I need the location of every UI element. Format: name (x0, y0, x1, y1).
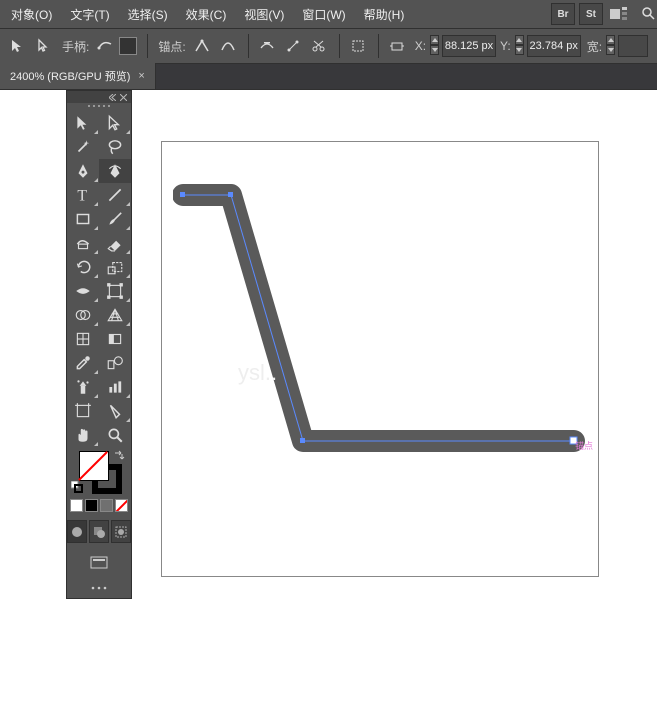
menu-select[interactable]: 选择(S) (119, 2, 177, 27)
shape-builder-tool[interactable] (67, 303, 99, 327)
width-label: 宽: (587, 38, 602, 55)
remove-anchor-icon[interactable] (255, 34, 279, 58)
collapse-icon[interactable] (109, 94, 116, 101)
swatch-black[interactable] (85, 499, 98, 512)
gradient-tool[interactable] (99, 327, 131, 351)
slice-tool[interactable] (99, 399, 131, 423)
width-stepper[interactable] (606, 35, 618, 57)
hand-tool[interactable] (67, 423, 99, 447)
blend-tool[interactable] (99, 351, 131, 375)
color-swatches[interactable] (67, 447, 131, 495)
y-input[interactable] (527, 35, 581, 57)
rectangle-tool[interactable] (67, 207, 99, 231)
draw-inside-icon[interactable] (111, 520, 131, 543)
arrange-docs-icon[interactable] (607, 3, 631, 25)
edit-toolbar-icon[interactable] (67, 578, 131, 598)
selection-tool[interactable] (67, 111, 99, 135)
swatch-row (67, 495, 131, 516)
menu-view[interactable]: 视图(V) (235, 2, 293, 27)
draw-behind-icon[interactable] (89, 520, 109, 543)
mesh-tool[interactable] (67, 327, 99, 351)
handle-swatch[interactable] (119, 37, 137, 55)
curvature-tool[interactable] (99, 159, 131, 183)
width-tool[interactable] (67, 279, 99, 303)
type-tool[interactable]: T (67, 183, 99, 207)
tools-panel: T (66, 90, 132, 599)
shaper-tool[interactable] (67, 231, 99, 255)
workspace[interactable]: 锚点 ysl.. T (0, 90, 657, 726)
screen-modes (67, 547, 131, 578)
menu-effect[interactable]: 效果(C) (177, 2, 236, 27)
default-colors-icon[interactable] (71, 481, 83, 493)
eyedropper-tool[interactable] (67, 351, 99, 375)
handle-label: 手柄: (62, 38, 89, 55)
tool-grid: T (67, 111, 131, 447)
x-stepper[interactable] (430, 35, 442, 57)
symbol-sprayer-tool[interactable] (67, 375, 99, 399)
panel-grip[interactable] (67, 103, 131, 111)
rotate-tool[interactable] (67, 255, 99, 279)
paintbrush-tool[interactable] (99, 207, 131, 231)
swatch-none[interactable] (115, 499, 128, 512)
line-tool[interactable] (99, 183, 131, 207)
artboard-tool[interactable] (67, 399, 99, 423)
close-panel-icon[interactable] (120, 94, 127, 101)
connect-anchor-icon[interactable] (281, 34, 305, 58)
convert-corner-icon[interactable] (190, 34, 214, 58)
control-bar: 手柄: 锚点: X: Y: 宽: (0, 28, 657, 64)
bridge-button[interactable]: Br (551, 3, 575, 25)
lasso-tool[interactable] (99, 135, 131, 159)
document-tab[interactable]: 2400% (RGB/GPU 预览) × (0, 63, 156, 89)
column-graph-tool[interactable] (99, 375, 131, 399)
scale-tool[interactable] (99, 255, 131, 279)
direct-selection-tool[interactable] (99, 111, 131, 135)
cut-path-icon[interactable] (307, 34, 331, 58)
menu-object[interactable]: 对象(O) (2, 2, 61, 27)
selection-icon[interactable] (6, 34, 30, 58)
pen-tool[interactable] (67, 159, 99, 183)
close-icon[interactable]: × (138, 70, 144, 82)
drawing-modes (67, 516, 131, 547)
swatch-gray[interactable] (100, 499, 113, 512)
perspective-grid-tool[interactable] (99, 303, 131, 327)
magic-wand-tool[interactable] (67, 135, 99, 159)
y-stepper[interactable] (515, 35, 527, 57)
tab-label: 2400% (RGB/GPU 预览) (10, 68, 130, 84)
search-icon[interactable] (641, 6, 655, 23)
app-root: 对象(O) 文字(T) 选择(S) 效果(C) 视图(V) 窗口(W) 帮助(H… (0, 0, 657, 726)
path-shape[interactable] (173, 183, 591, 455)
isolate-icon[interactable] (385, 34, 409, 58)
zoom-tool[interactable] (99, 423, 131, 447)
menu-window[interactable]: 窗口(W) (293, 2, 354, 27)
x-label: X: (415, 39, 426, 53)
convert-smooth-icon[interactable] (216, 34, 240, 58)
swatch-white[interactable] (70, 499, 83, 512)
swap-colors-icon[interactable] (113, 449, 125, 464)
x-input[interactable] (442, 35, 496, 57)
direct-selection-icon[interactable] (32, 34, 56, 58)
menu-type[interactable]: 文字(T) (61, 2, 118, 27)
svg-text:T: T (77, 188, 87, 204)
draw-normal-icon[interactable] (67, 520, 87, 543)
anchor-label: 锚点: (158, 38, 185, 55)
free-transform-tool[interactable] (99, 279, 131, 303)
handle-tool-icon[interactable] (93, 34, 117, 58)
menubar: 对象(O) 文字(T) 选择(S) 效果(C) 视图(V) 窗口(W) 帮助(H… (0, 0, 657, 28)
stock-button[interactable]: St (579, 3, 603, 25)
tab-bar: 2400% (RGB/GPU 预览) × (0, 64, 657, 90)
menu-help[interactable]: 帮助(H) (355, 2, 414, 27)
align-to-pixel-icon[interactable] (346, 34, 370, 58)
eraser-tool[interactable] (99, 231, 131, 255)
width-input[interactable] (618, 35, 648, 57)
y-label: Y: (500, 39, 511, 53)
anchor-indicator: 锚点 (575, 439, 593, 452)
screen-mode-icon[interactable] (85, 551, 113, 574)
